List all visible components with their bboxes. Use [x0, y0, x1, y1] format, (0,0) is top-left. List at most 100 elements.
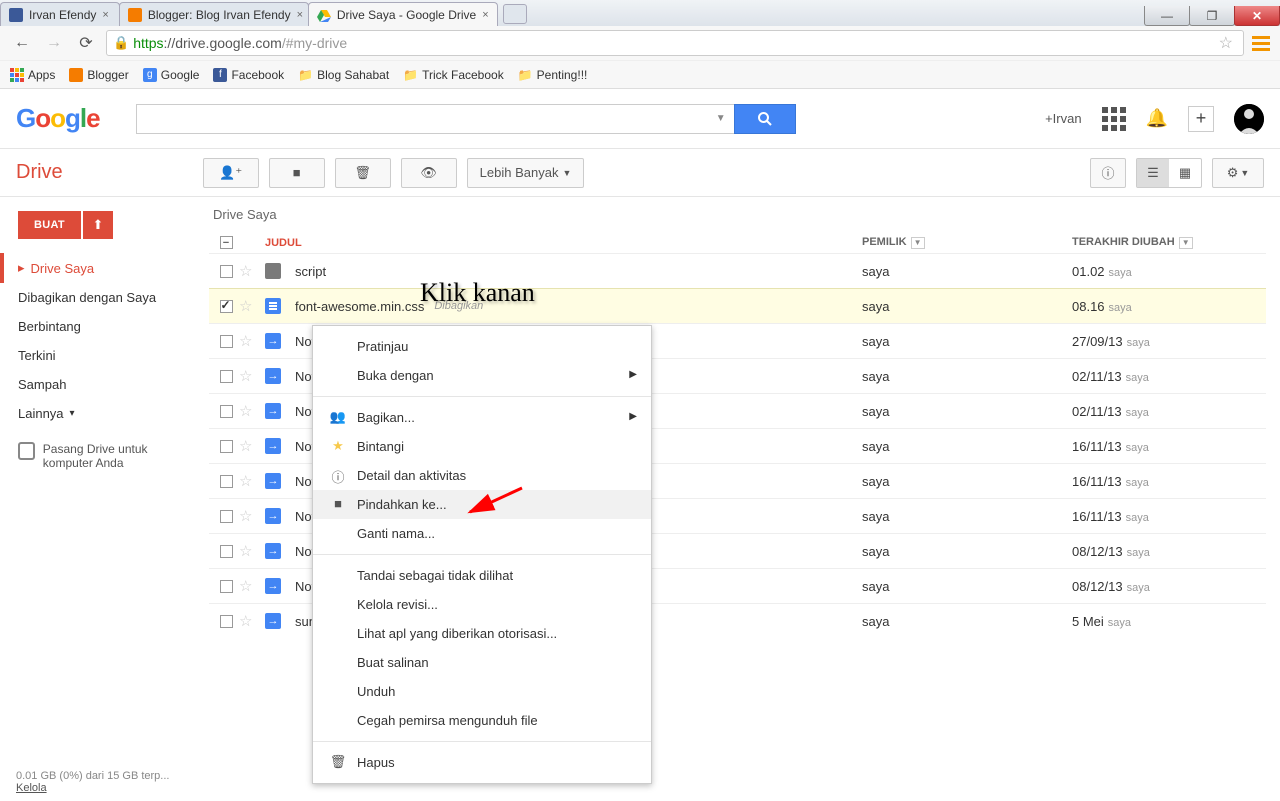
chevron-down-icon[interactable]: ▼: [911, 237, 925, 249]
sidebar-item[interactable]: Lainnya▾: [0, 399, 195, 428]
row-checkbox[interactable]: [220, 510, 233, 523]
context-menu-item[interactable]: Cegah pemirsa mengunduh file: [313, 706, 651, 735]
row-checkbox[interactable]: [220, 440, 233, 453]
context-menu-item[interactable]: Pratinjau: [313, 332, 651, 361]
row-checkbox[interactable]: [220, 475, 233, 488]
star-icon[interactable]: ☆: [239, 612, 265, 630]
info-button[interactable]: ⓘ: [1090, 158, 1126, 188]
sidebar-item-label: Terkini: [18, 348, 56, 363]
star-icon[interactable]: ☆: [239, 507, 265, 525]
grid-view-button[interactable]: ▦: [1169, 159, 1201, 187]
annotation-text: Klik kanan: [420, 278, 535, 308]
select-all-checkbox[interactable]: −: [220, 236, 233, 249]
row-checkbox[interactable]: [220, 545, 233, 558]
settings-button[interactable]: ⚙ ▼: [1212, 158, 1264, 188]
preview-button[interactable]: 👁: [401, 158, 457, 188]
sidebar-item[interactable]: Sampah: [0, 370, 195, 399]
row-checkbox[interactable]: [220, 615, 233, 628]
star-icon[interactable]: ☆: [239, 472, 265, 490]
row-checkbox[interactable]: [220, 370, 233, 383]
tab-blogger[interactable]: Blogger: Blog Irvan Efendy ×: [119, 2, 309, 26]
star-icon[interactable]: ☆: [239, 262, 265, 280]
row-checkbox[interactable]: [220, 405, 233, 418]
list-view-button[interactable]: ☰: [1137, 159, 1169, 187]
bookmark-folder[interactable]: 📁Trick Facebook: [403, 68, 504, 82]
dropdown-icon[interactable]: ▼: [716, 113, 726, 124]
sidebar-item-label: Berbintang: [18, 319, 81, 334]
maximize-button[interactable]: ❐: [1189, 6, 1235, 26]
sidebar-item[interactable]: Dibagikan dengan Saya: [0, 283, 195, 312]
menu-item-label: Unduh: [357, 684, 395, 699]
share-plus-button[interactable]: +: [1188, 106, 1214, 132]
tab-facebook[interactable]: Irvan Efendy ×: [0, 2, 120, 26]
apps-grid-icon[interactable]: [1102, 107, 1126, 131]
context-menu-item[interactable]: 🗑Hapus: [313, 748, 651, 777]
close-icon[interactable]: ×: [102, 9, 108, 21]
sidebar-item-label: Lainnya: [18, 406, 64, 421]
share-button[interactable]: 👤⁺: [203, 158, 259, 188]
minimize-button[interactable]: —: [1144, 6, 1190, 26]
star-icon[interactable]: ☆: [239, 367, 265, 385]
user-link[interactable]: +Irvan: [1045, 111, 1082, 126]
sidebar-item[interactable]: Berbintang: [0, 312, 195, 341]
context-menu-item[interactable]: Buka dengan▶: [313, 361, 651, 390]
menu-item-label: Cegah pemirsa mengunduh file: [357, 713, 538, 728]
star-icon[interactable]: ☆: [239, 402, 265, 420]
column-modified[interactable]: TERAKHIR DIUBAH▼: [1072, 236, 1262, 249]
context-menu-item[interactable]: ★Bintangi: [313, 432, 651, 461]
context-menu-item[interactable]: Kelola revisi...: [313, 590, 651, 619]
sidebar-item[interactable]: ▸Drive Saya: [0, 253, 195, 283]
tab-drive[interactable]: Drive Saya - Google Drive ×: [308, 2, 498, 26]
close-icon[interactable]: ×: [482, 9, 488, 21]
row-checkbox[interactable]: [220, 580, 233, 593]
chevron-down-icon: ▼: [1240, 168, 1249, 178]
context-menu-item[interactable]: 👥Bagikan...▶: [313, 403, 651, 432]
context-menu-item[interactable]: Lihat apl yang diberikan otorisasi...: [313, 619, 651, 648]
star-icon[interactable]: ☆: [239, 577, 265, 595]
manage-storage-link[interactable]: Kelola: [16, 782, 47, 794]
bookmark-folder[interactable]: 📁Penting!!!: [518, 68, 588, 82]
more-button[interactable]: Lebih Banyak ▼: [467, 158, 585, 188]
upload-button[interactable]: ⬆: [83, 211, 113, 239]
back-button[interactable]: ←: [10, 31, 34, 55]
row-checkbox[interactable]: [220, 335, 233, 348]
star-icon[interactable]: ☆: [239, 332, 265, 350]
chrome-menu-button[interactable]: [1252, 36, 1270, 51]
context-menu-item[interactable]: Tandai sebagai tidak dilihat: [313, 561, 651, 590]
move-button[interactable]: ■: [269, 158, 325, 188]
apps-button[interactable]: Apps: [10, 68, 55, 82]
notifications-icon[interactable]: 🔔: [1146, 108, 1168, 129]
star-icon[interactable]: ☆: [239, 437, 265, 455]
bookmark-facebook[interactable]: fFacebook: [213, 68, 284, 82]
star-icon[interactable]: ☆: [239, 542, 265, 560]
reload-button[interactable]: ⟳: [74, 31, 98, 55]
search-input[interactable]: ▼: [136, 104, 734, 134]
sidebar-item[interactable]: Terkini: [0, 341, 195, 370]
context-menu-item[interactable]: Buat salinan: [313, 648, 651, 677]
bookmark-google[interactable]: gGoogle: [143, 68, 200, 82]
star-icon[interactable]: ☆: [239, 297, 265, 315]
install-drive-box[interactable]: Pasang Drive untuk komputer Anda: [18, 442, 177, 470]
context-menu-item[interactable]: Unduh: [313, 677, 651, 706]
forward-button[interactable]: →: [42, 31, 66, 55]
blogger-icon: [128, 8, 142, 22]
search-button[interactable]: [734, 104, 796, 134]
row-checkbox[interactable]: [220, 265, 233, 278]
close-icon[interactable]: ×: [297, 9, 303, 21]
table-row[interactable]: ☆ script saya 01.02saya: [209, 253, 1266, 288]
bookmark-folder[interactable]: 📁Blog Sahabat: [298, 68, 389, 82]
bookmark-star-icon[interactable]: ☆: [1215, 33, 1237, 53]
chevron-down-icon[interactable]: ▼: [1179, 237, 1193, 249]
close-window-button[interactable]: ✕: [1234, 6, 1280, 26]
user-avatar[interactable]: [1234, 104, 1264, 134]
row-checkbox[interactable]: [220, 300, 233, 313]
column-owner[interactable]: PEMILIK▼: [862, 236, 1072, 249]
google-logo[interactable]: Google: [16, 103, 100, 134]
new-tab-button[interactable]: [503, 4, 527, 24]
address-bar[interactable]: 🔒 https://drive.google.com/#my-drive ☆: [106, 30, 1244, 56]
bookmark-blogger[interactable]: Blogger: [69, 68, 128, 82]
column-title[interactable]: JUDUL: [265, 237, 862, 249]
delete-button[interactable]: 🗑: [335, 158, 391, 188]
table-row[interactable]: ☆ font-awesome.min.css Dibagikan saya 08…: [209, 288, 1266, 323]
create-button[interactable]: BUAT: [18, 211, 81, 239]
